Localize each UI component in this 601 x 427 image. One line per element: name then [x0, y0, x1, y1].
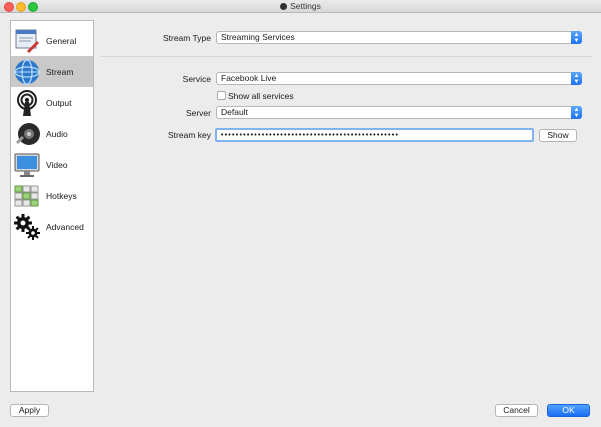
chevron-up-down-icon: ▲ ▼ — [571, 106, 582, 119]
video-icon — [13, 151, 41, 179]
stream-key-label: Stream key — [168, 130, 211, 140]
advanced-icon — [13, 213, 41, 241]
stream-type-value: Streaming Services — [221, 32, 295, 42]
server-value: Default — [221, 107, 248, 117]
sidebar-item-stream[interactable]: Stream — [11, 56, 93, 87]
service-label: Service — [182, 74, 211, 84]
sidebar-item-label: General — [46, 35, 77, 46]
audio-icon — [13, 120, 41, 148]
show-all-services-label: Show all services — [228, 91, 294, 101]
service-value: Facebook Live — [221, 73, 277, 83]
sidebar-item-audio[interactable]: Audio — [11, 118, 93, 149]
sidebar-item-label: Video — [46, 159, 68, 170]
apply-button[interactable]: Apply — [10, 404, 49, 417]
settings-sidebar: General Stream Output Audio Video Hotkey… — [10, 20, 94, 392]
show-key-button[interactable]: Show — [539, 129, 577, 142]
hotkeys-icon — [13, 182, 41, 210]
sidebar-item-output[interactable]: Output — [11, 87, 93, 118]
sidebar-item-hotkeys[interactable]: Hotkeys — [11, 180, 93, 211]
section-divider — [100, 56, 593, 57]
server-select[interactable]: Default ▲ ▼ — [216, 106, 582, 119]
sidebar-item-label: Hotkeys — [46, 190, 77, 201]
general-icon — [13, 27, 41, 55]
title-bar: Settings — [0, 0, 601, 13]
sidebar-item-label: Output — [46, 97, 72, 108]
chevron-up-down-icon: ▲ ▼ — [571, 72, 582, 85]
sidebar-item-video[interactable]: Video — [11, 149, 93, 180]
server-label: Server — [185, 108, 211, 118]
service-select[interactable]: Facebook Live ▲ ▼ — [216, 72, 582, 85]
output-icon — [13, 89, 41, 117]
ok-button[interactable]: OK — [547, 404, 590, 417]
sidebar-item-general[interactable]: General — [11, 25, 93, 56]
stream-icon — [13, 58, 41, 86]
cancel-button[interactable]: Cancel — [495, 404, 538, 417]
sidebar-item-advanced[interactable]: Advanced — [11, 211, 93, 242]
stream-type-select[interactable]: Streaming Services ▲ ▼ — [216, 31, 582, 44]
stream-key-input[interactable]: ••••••••••••••••••••••••••••••••••••••••… — [215, 128, 534, 142]
show-all-services-checkbox[interactable] — [217, 91, 226, 100]
sidebar-item-label: Audio — [46, 128, 68, 139]
sidebar-item-label: Advanced — [46, 221, 84, 232]
chevron-up-down-icon: ▲ ▼ — [571, 31, 582, 44]
window-title: Settings — [290, 1, 321, 11]
stream-type-label: Stream Type — [162, 33, 211, 43]
sidebar-item-label: Stream — [46, 66, 74, 77]
obs-app-icon — [280, 2, 288, 10]
